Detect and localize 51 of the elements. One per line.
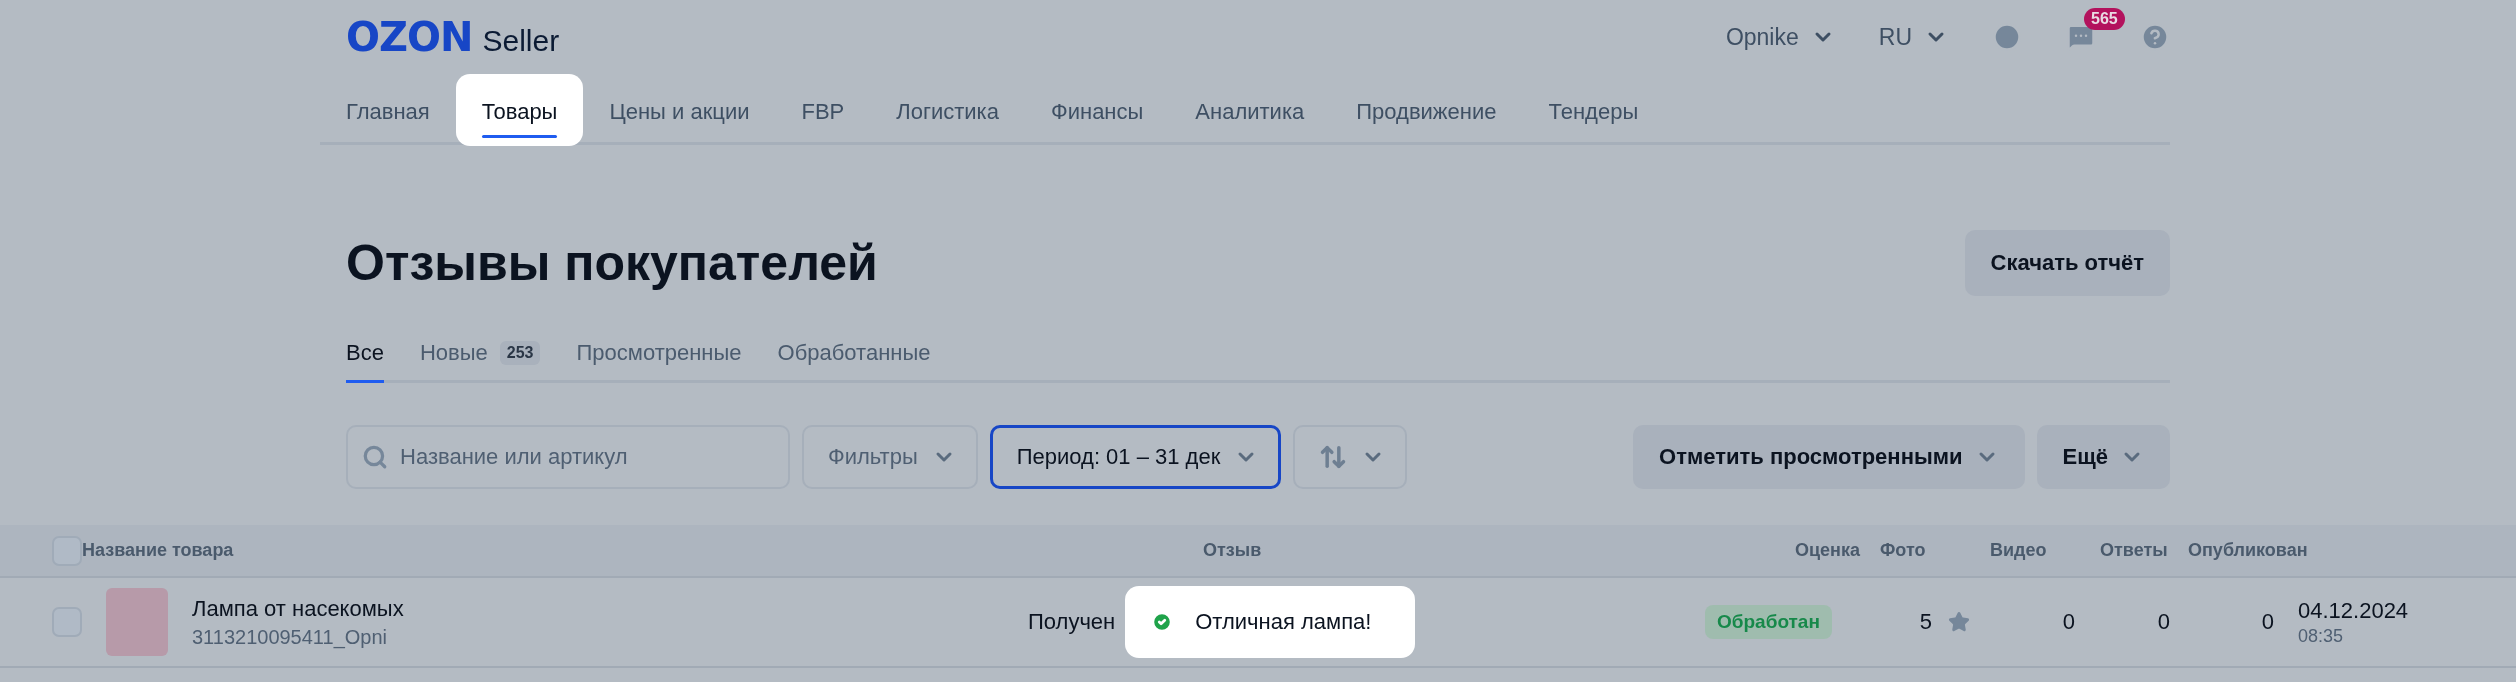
column-header: Видео bbox=[1989, 540, 2047, 561]
product-name: Лампа от насекомых bbox=[192, 595, 404, 622]
product-sku: 3113210095411_Opni bbox=[192, 625, 388, 649]
review-text: Отличная лампа! bbox=[1195, 609, 1372, 635]
tab[interactable]: Просмотренные bbox=[576, 340, 742, 383]
column-header: Ответы bbox=[2099, 540, 2168, 561]
page-title: Отзывы покупателей bbox=[346, 234, 878, 292]
column-header: Фото bbox=[1879, 540, 1926, 561]
mark-viewed-button[interactable]: Отметить просмотренными bbox=[1633, 425, 2025, 489]
nav-tab[interactable]: Товары bbox=[455, 74, 584, 146]
published-time: 08:35 bbox=[2298, 625, 2345, 647]
video-count: 0 bbox=[2157, 609, 2170, 635]
period-button[interactable]: Период: 01 – 31 дек bbox=[989, 425, 1282, 489]
logo[interactable]: OZON bbox=[346, 14, 473, 60]
more-button[interactable]: Ещё bbox=[2036, 425, 2170, 489]
status-tag: Обработан bbox=[1705, 605, 1832, 639]
column-header: Опубликован bbox=[2187, 540, 2308, 561]
nav-tab[interactable]: Продвижение bbox=[1330, 74, 1523, 146]
nav-tab[interactable]: Логистика bbox=[870, 74, 1025, 146]
search-field[interactable]: Название или артикул bbox=[346, 425, 790, 489]
notification-badge: 565 bbox=[2084, 8, 2125, 30]
tab[interactable]: Обработанные bbox=[777, 340, 931, 383]
help-icon bbox=[2140, 22, 2170, 52]
download-report-button[interactable]: Скачать отчёт bbox=[1964, 230, 2170, 296]
answer-count: 0 bbox=[2261, 609, 2275, 635]
tab[interactable]: Новые 253 bbox=[419, 340, 541, 383]
nav-tab[interactable]: Тендеры bbox=[1522, 74, 1665, 146]
nav-tab[interactable]: Финансы bbox=[1024, 74, 1170, 146]
sort-button[interactable] bbox=[1293, 425, 1408, 489]
column-header: Оценка bbox=[1795, 540, 1860, 561]
nav-tab[interactable]: Цены и акции bbox=[583, 74, 776, 146]
filters-button[interactable]: Фильтры bbox=[802, 425, 978, 489]
nav-tab[interactable]: Аналитика bbox=[1169, 74, 1331, 146]
star-icon bbox=[1948, 611, 1970, 633]
nav-tab[interactable]: Главная bbox=[320, 74, 456, 146]
logo-text: Seller bbox=[482, 24, 560, 58]
column-header: Отзыв bbox=[1202, 540, 1262, 561]
tab[interactable]: Все bbox=[346, 340, 384, 383]
help-button[interactable] bbox=[2140, 22, 2170, 52]
nav-tab[interactable]: FBP bbox=[775, 74, 871, 146]
published-date: 04.12.2024 bbox=[2298, 597, 2410, 624]
product-photo-placeholder bbox=[106, 588, 168, 656]
sort-icon bbox=[1319, 443, 1348, 471]
column-header: Название товара bbox=[82, 540, 234, 561]
photo-count: 0 bbox=[2062, 609, 2075, 635]
language-dropdown[interactable]: RU bbox=[1878, 23, 1948, 51]
rating-value: 5 bbox=[1919, 609, 1932, 635]
search-icon bbox=[362, 444, 388, 470]
count-badge: 253 bbox=[499, 341, 541, 365]
review-status: Получен bbox=[1028, 609, 1116, 635]
account-dropdown[interactable]: Opnike bbox=[1725, 23, 1835, 51]
